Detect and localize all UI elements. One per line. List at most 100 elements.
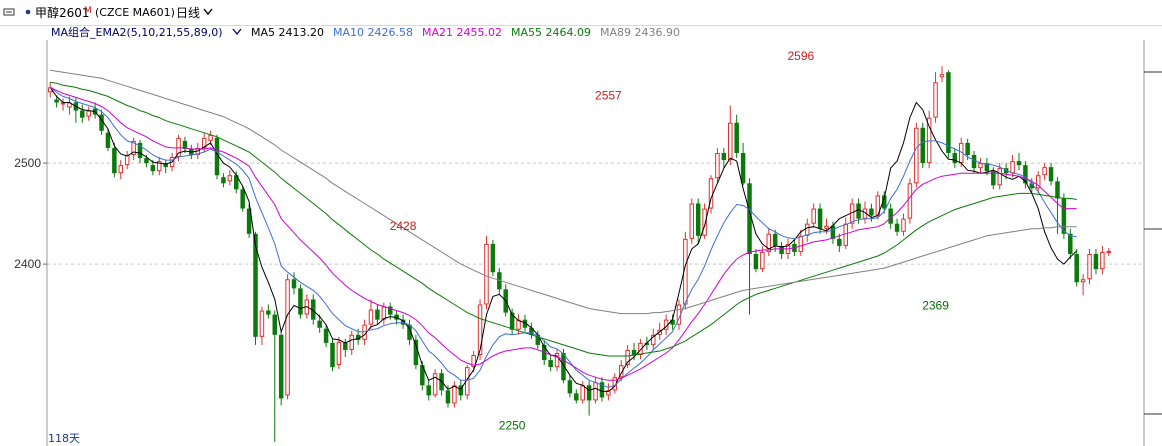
candle-body: [631, 349, 637, 355]
candle: [971, 150, 977, 174]
candle: [715, 147, 720, 184]
candle: [124, 150, 130, 170]
candle: [80, 104, 85, 123]
candle-body: [567, 380, 573, 394]
candle-body: [317, 320, 322, 328]
candle-body: [971, 155, 977, 169]
candle: [567, 375, 573, 398]
candle-body: [933, 82, 938, 118]
grid-layer: [47, 162, 1144, 265]
candle: [484, 235, 489, 310]
candle: [907, 178, 913, 224]
candle-body: [118, 165, 124, 174]
candle: [464, 365, 470, 400]
candle-body: [1055, 181, 1060, 199]
candle-body: [330, 342, 335, 368]
candle: [1048, 163, 1054, 186]
candle-body: [272, 314, 278, 335]
candles-layer: [47, 66, 1112, 442]
candle-body: [548, 360, 553, 368]
candle-body: [805, 223, 810, 236]
candle-body: [278, 334, 284, 399]
candle-body: [689, 203, 695, 239]
candle: [259, 306, 265, 345]
candle-body: [323, 328, 329, 343]
candle-body: [926, 117, 932, 164]
candle: [490, 239, 496, 277]
candle-body: [1093, 254, 1099, 270]
candle: [343, 338, 348, 358]
candle-body: [452, 385, 457, 404]
candle: [375, 304, 380, 325]
candle-body: [856, 203, 861, 219]
candle: [131, 137, 136, 161]
candle-body: [124, 155, 130, 166]
candle: [278, 329, 284, 406]
candle: [349, 330, 354, 355]
candle-body: [580, 385, 585, 401]
candle: [952, 147, 958, 169]
candle: [60, 98, 66, 111]
candle: [914, 122, 919, 188]
candle: [432, 369, 438, 398]
candle: [574, 389, 579, 404]
ma-line-ma89: [50, 69, 1077, 315]
candle: [1106, 247, 1112, 257]
candle-body: [60, 102, 66, 105]
candle: [272, 310, 278, 442]
candle-body: [54, 99, 59, 103]
candle-body: [734, 122, 739, 153]
candle: [548, 355, 553, 372]
candle-body: [259, 310, 265, 337]
price-label-2250: 2250: [499, 419, 526, 433]
candlestick-chart[interactable]: 24002500 222324282250255725962369: [0, 0, 1162, 446]
candle-body: [920, 127, 925, 164]
candle: [400, 314, 406, 329]
candle: [163, 160, 168, 174]
candle-body: [843, 223, 848, 246]
candle-body: [952, 153, 958, 164]
candle: [586, 381, 592, 416]
moving-average-lines: [49, 69, 1078, 392]
candle-body: [291, 279, 297, 289]
candle-body: [298, 288, 303, 315]
candle: [86, 106, 91, 121]
candle-body: [946, 72, 951, 153]
y-tick-label: 2400: [14, 257, 41, 271]
candle-body: [914, 127, 919, 184]
candle-body: [1010, 161, 1015, 174]
candle-body: [105, 132, 111, 148]
candle-body: [997, 168, 1002, 186]
candle-body: [901, 218, 906, 232]
candle-body: [445, 390, 451, 404]
candle: [439, 369, 444, 396]
candle: [1080, 274, 1086, 296]
candle-body: [1048, 167, 1054, 182]
candle: [452, 381, 457, 408]
candle: [901, 213, 906, 236]
candle-body: [1074, 254, 1079, 283]
candle-body: [477, 304, 483, 355]
candle: [253, 231, 258, 345]
candle: [728, 105, 733, 166]
candle-body: [798, 235, 804, 252]
candle-body: [1042, 167, 1047, 176]
candle-body: [227, 175, 233, 182]
candle: [330, 338, 335, 372]
candle: [246, 203, 252, 238]
candle: [554, 348, 560, 372]
candle: [157, 157, 162, 176]
candle: [1016, 153, 1022, 171]
candle: [221, 173, 226, 188]
axes-layer: 2400 2500: [14, 40, 1162, 446]
candle-body: [1016, 161, 1022, 166]
candle-body: [86, 110, 91, 117]
candle-body: [907, 183, 913, 219]
candle-body: [349, 334, 354, 350]
candle-body: [1087, 254, 1092, 280]
days-count-label: 118天: [48, 432, 80, 445]
candle: [933, 72, 938, 123]
price-label-2369: 2369: [922, 298, 949, 312]
candle-body: [221, 177, 226, 184]
candle-body: [817, 208, 823, 229]
